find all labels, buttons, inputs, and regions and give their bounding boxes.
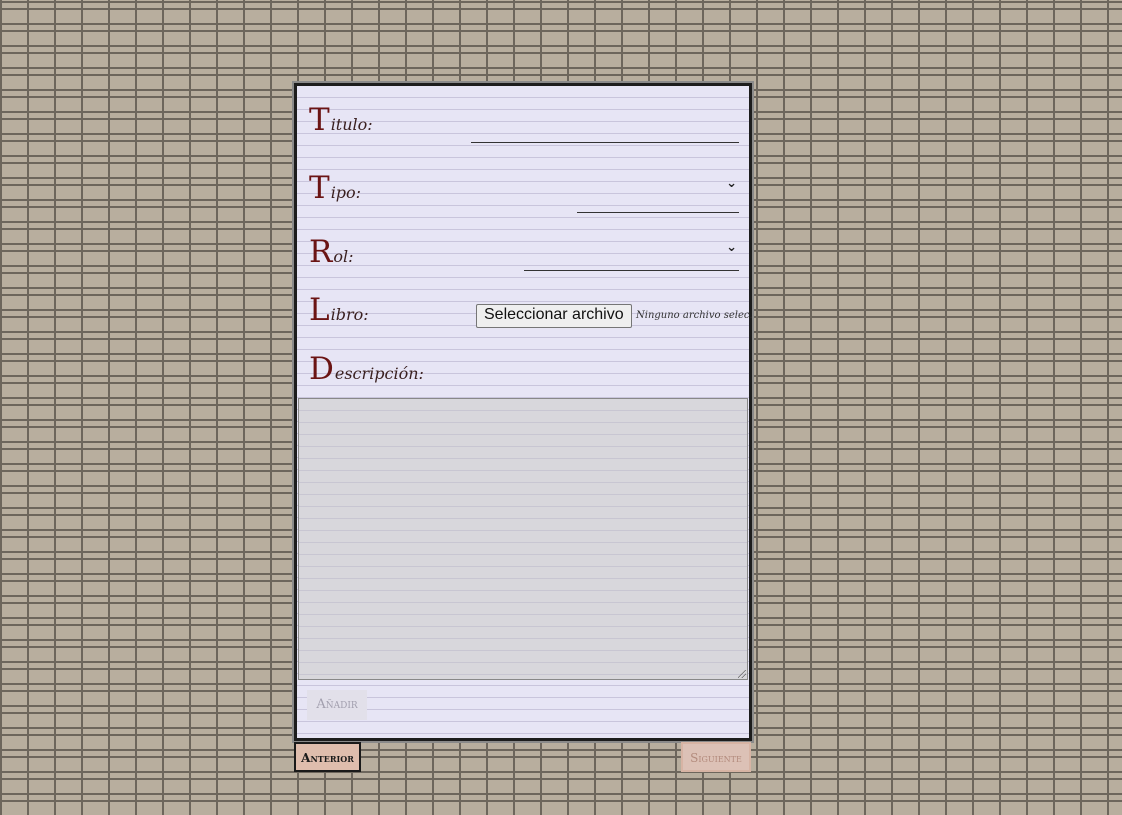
rol-row: Rol: ⌄	[309, 232, 739, 276]
next-button[interactable]: Siguiente	[681, 742, 751, 772]
file-select-button[interactable]: Seleccionar archivo	[476, 304, 632, 328]
chevron-down-icon[interactable]: ⌄	[726, 240, 737, 255]
file-status-text: Ninguno archivo selec.	[636, 310, 753, 321]
descripcion-label: Descripción:	[309, 351, 424, 387]
titulo-input[interactable]	[471, 124, 739, 143]
rol-label: Rol:	[309, 234, 354, 270]
tipo-row: Tipo: ⌄	[309, 168, 739, 213]
form-card: Titulo: Tipo: ⌄ Rol: ⌄ Libro: Selecciona…	[292, 81, 754, 743]
titulo-label: Titulo:	[309, 102, 373, 138]
descripcion-textarea[interactable]	[298, 398, 748, 680]
libro-label: Libro:	[309, 292, 369, 328]
libro-row: Libro: Seleccionar archivo Ninguno archi…	[309, 290, 753, 334]
chevron-down-icon[interactable]: ⌄	[726, 176, 737, 191]
rol-select[interactable]	[524, 252, 739, 271]
tipo-select[interactable]	[577, 194, 739, 213]
titulo-row: Titulo:	[309, 100, 739, 144]
tipo-label: Tipo:	[309, 170, 362, 206]
resize-handle-icon[interactable]	[738, 670, 746, 678]
descripcion-row: Descripción:	[309, 349, 739, 393]
previous-button[interactable]: Anterior	[294, 742, 361, 772]
add-button[interactable]: Añadir	[307, 690, 367, 720]
